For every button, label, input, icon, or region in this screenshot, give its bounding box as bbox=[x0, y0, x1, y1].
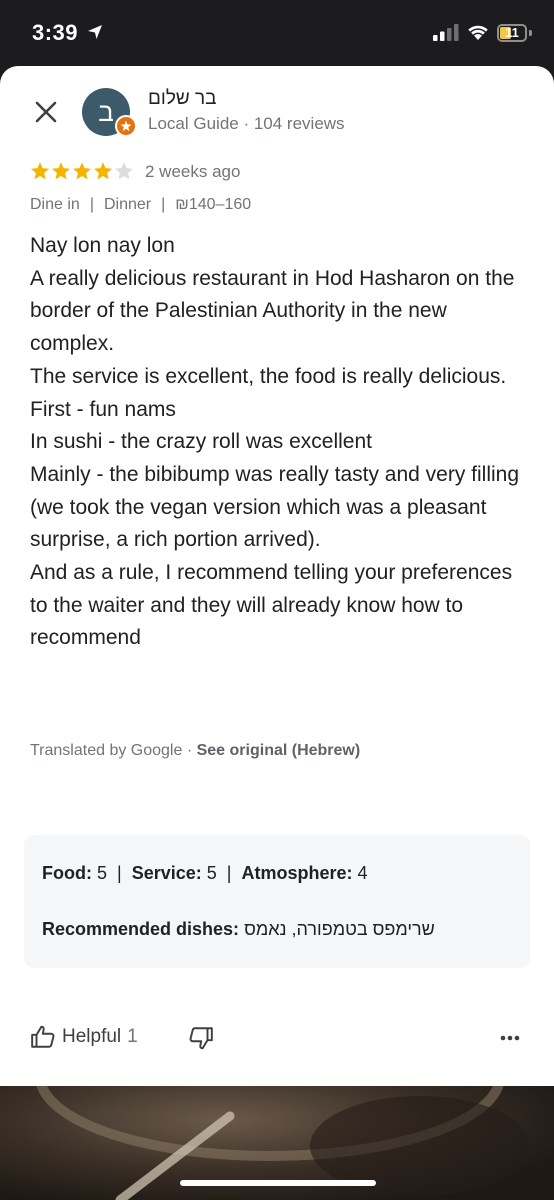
review-date: 2 weeks ago bbox=[145, 162, 241, 181]
service-label: Service: bbox=[131, 863, 202, 883]
helpful-label: Helpful bbox=[62, 1026, 122, 1047]
ratings-card: Food: 5 | Service: 5 | Atmosphere: 4 Rec… bbox=[24, 835, 530, 968]
service-value: 5 bbox=[206, 863, 217, 883]
wifi-icon bbox=[468, 25, 488, 40]
review-actions: Helpful 1 bbox=[30, 1024, 524, 1054]
review-line: Nay lon nay lon bbox=[30, 234, 175, 257]
avatar-letter: ב bbox=[98, 96, 114, 127]
battery-tip bbox=[529, 30, 532, 36]
review-line: The service is excellent, the food is re… bbox=[30, 364, 507, 388]
thumbs-down-icon bbox=[189, 1027, 213, 1050]
food-label: Food: bbox=[42, 863, 92, 883]
helpful-count: 1 bbox=[127, 1026, 138, 1047]
translation-note: Translated by Google · See original (Heb… bbox=[30, 742, 360, 760]
battery-icon: 11 bbox=[497, 24, 527, 42]
see-original-link[interactable]: See original (Hebrew) bbox=[197, 742, 361, 759]
star-filled-icon bbox=[52, 162, 70, 180]
star-filled-icon bbox=[73, 162, 91, 180]
status-bar: 3:39 11 bbox=[0, 0, 554, 66]
star-empty-icon bbox=[115, 162, 133, 180]
food-value: 5 bbox=[97, 863, 108, 883]
review-line: In sushi - the crazy roll was excellent bbox=[30, 430, 372, 454]
thumbs-up-icon bbox=[31, 1025, 55, 1048]
status-time: 3:39 bbox=[32, 20, 79, 45]
not-helpful-button[interactable] bbox=[188, 1025, 214, 1056]
review-line: A really delicious restaurant in Hod Has… bbox=[30, 266, 515, 356]
recommended-dishes: Recommended dishes: שרימפס בטמפורה, נאמס bbox=[42, 919, 435, 940]
atmosphere-value: 4 bbox=[357, 863, 368, 883]
rating-separator: | bbox=[226, 863, 232, 883]
translated-by-label: Translated by Google · bbox=[30, 742, 197, 759]
star-filled-icon bbox=[94, 162, 112, 180]
reviewer-meta: Local Guide · 104 reviews bbox=[148, 114, 345, 133]
location-arrow-icon bbox=[88, 25, 102, 39]
star-filled-icon bbox=[31, 162, 49, 180]
signal-icon bbox=[433, 24, 459, 41]
local-guide-star-icon bbox=[120, 120, 132, 132]
reviewer-name[interactable]: בר שלום bbox=[148, 88, 217, 110]
more-options-button[interactable] bbox=[500, 1028, 520, 1046]
review-line: Mainly - the bibibump was really tasty a… bbox=[30, 462, 520, 552]
aspect-ratings: Food: 5 | Service: 5 | Atmosphere: 4 bbox=[42, 863, 368, 884]
more-horizontal-icon bbox=[500, 1035, 520, 1041]
dishes-value: שרימפס בטמפורה, נאמס bbox=[244, 919, 435, 939]
atmosphere-label: Atmosphere: bbox=[241, 863, 353, 883]
local-guide-badge bbox=[115, 115, 137, 137]
tag-meal: Dinner bbox=[103, 196, 152, 213]
battery-level: 11 bbox=[505, 25, 519, 40]
review-line: And as a rule, I recommend telling your … bbox=[30, 561, 513, 650]
review-line: First - fun nams bbox=[30, 397, 176, 421]
close-button[interactable] bbox=[28, 94, 64, 130]
review-tags: Dine in | Dinner | ₪140–160 bbox=[30, 196, 251, 214]
tag-dine-in: Dine in bbox=[30, 196, 80, 213]
rating-separator: | bbox=[117, 863, 122, 883]
review-sheet: ב בר שלום Local Guide · 104 reviews 2 we… bbox=[0, 66, 554, 1086]
tag-separator: | bbox=[89, 196, 94, 213]
home-indicator[interactable] bbox=[180, 1180, 376, 1186]
tag-separator: | bbox=[161, 196, 166, 213]
review-text: Nay lon nay lon A really delicious resta… bbox=[30, 230, 530, 655]
helpful-button[interactable]: Helpful 1 bbox=[30, 1024, 138, 1050]
dishes-label: Recommended dishes: bbox=[42, 919, 240, 939]
tag-price: ₪140–160 bbox=[175, 196, 252, 213]
close-icon bbox=[35, 101, 57, 123]
star-rating bbox=[30, 161, 134, 181]
